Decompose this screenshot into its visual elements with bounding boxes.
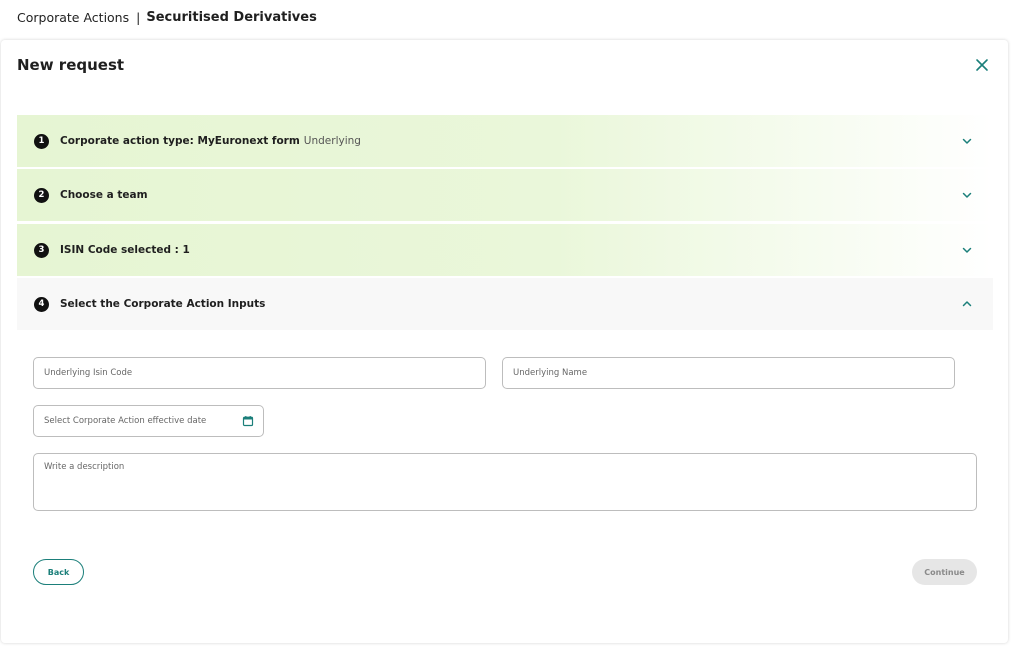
effective-date-field [33,405,264,437]
step-number: 2 [34,187,49,203]
step-number: 4 [34,296,49,312]
breadcrumb-parent[interactable]: Corporate Actions [17,10,129,25]
step-label: Choose a team [60,189,148,201]
underlying-isin-input[interactable] [34,358,485,388]
back-button[interactable]: Back [33,559,84,585]
new-request-card: New request 1 Corporate action type: MyE… [1,40,1008,643]
chevron-down-icon[interactable] [961,135,973,147]
step-label: Select the Corporate Action Inputs [60,298,266,310]
breadcrumb: Corporate Actions | Securitised Derivati… [17,10,317,25]
step-2-header[interactable]: 2 Choose a team [17,169,993,221]
step-1-header[interactable]: 1 Corporate action type: MyEuronext form… [17,115,993,167]
breadcrumb-separator: | [136,10,141,25]
underlying-name-field [502,357,955,389]
close-icon [976,59,988,71]
page-title: New request [17,56,125,74]
underlying-isin-field [33,357,486,389]
breadcrumb-current: Securitised Derivatives [146,10,317,25]
calendar-icon[interactable] [242,415,254,427]
chevron-down-icon[interactable] [961,244,973,256]
continue-button[interactable]: Continue [912,559,977,585]
chevron-down-icon[interactable] [961,189,973,201]
step-3-header[interactable]: 3 ISIN Code selected : 1 [17,224,993,276]
description-textarea[interactable] [34,454,976,510]
step-suffix: Underlying [303,135,361,147]
description-field [33,453,977,511]
step-label: ISIN Code selected : 1 [60,244,190,256]
step-label: Corporate action type: MyEuronext form [60,135,300,147]
step-number: 3 [34,242,49,258]
step-number: 1 [34,133,49,149]
effective-date-input[interactable] [34,406,263,436]
close-button[interactable] [974,57,990,73]
chevron-up-icon[interactable] [961,298,973,310]
step-4-header[interactable]: 4 Select the Corporate Action Inputs [17,278,993,330]
underlying-name-input[interactable] [503,358,954,388]
